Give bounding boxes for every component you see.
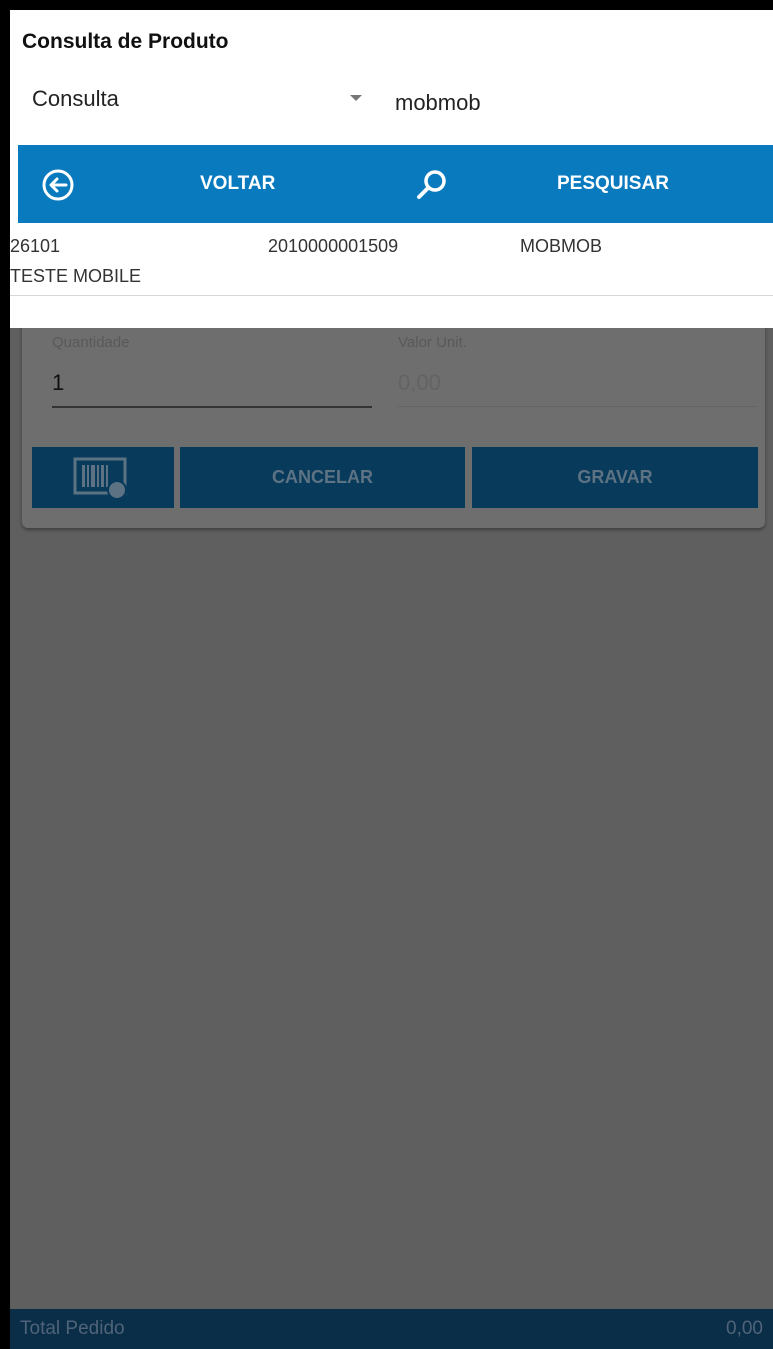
order-total-label: Total Pedido	[20, 1318, 125, 1339]
search-icon[interactable]	[414, 167, 450, 203]
product-reference: MOBMOB	[520, 236, 603, 256]
back-arrow-icon[interactable]	[40, 167, 76, 203]
barcode-cloud-icon	[73, 457, 127, 499]
results-list: 26101 2010000001509 MOBMOB TESTE MOBILE	[10, 228, 773, 296]
product-code: 26101	[10, 236, 61, 256]
cancel-button[interactable]: CANCELAR	[180, 447, 465, 508]
save-button[interactable]: GRAVAR	[472, 447, 758, 508]
unit-price-underline	[398, 406, 758, 407]
dialog-title: Consulta de Produto	[22, 30, 229, 53]
dropdown-arrow-icon	[350, 95, 362, 101]
quantity-label: Quantidade	[52, 334, 130, 351]
search-button[interactable]: PESQUISAR	[557, 173, 669, 195]
result-row[interactable]: 26101 2010000001509 MOBMOB TESTE MOBILE	[10, 228, 773, 296]
app-screen: Quantidade 1 Valor Unit. 0,00 CANCELAR G…	[10, 10, 773, 1349]
dialog-action-bar: VOLTAR PESQUISAR	[18, 145, 773, 223]
search-type-select[interactable]: Consulta	[22, 82, 372, 122]
barcode-scan-button[interactable]	[32, 447, 174, 508]
product-description: TESTE MOBILE	[10, 266, 142, 286]
back-button[interactable]: VOLTAR	[200, 173, 275, 195]
search-type-value: Consulta	[32, 86, 119, 111]
order-total-value: 0,00	[726, 1318, 763, 1339]
product-search-dialog: Consulta de Produto Consulta VOLTAR PESQ…	[10, 10, 773, 328]
quantity-underline	[52, 406, 372, 408]
unit-price-field[interactable]: 0,00	[398, 370, 441, 396]
search-input[interactable]	[390, 84, 760, 122]
unit-price-label: Valor Unit.	[398, 334, 467, 351]
product-barcode: 2010000001509	[268, 236, 399, 256]
quantity-field[interactable]: 1	[52, 370, 64, 396]
order-total-bar: Total Pedido 0,00	[10, 1309, 773, 1349]
